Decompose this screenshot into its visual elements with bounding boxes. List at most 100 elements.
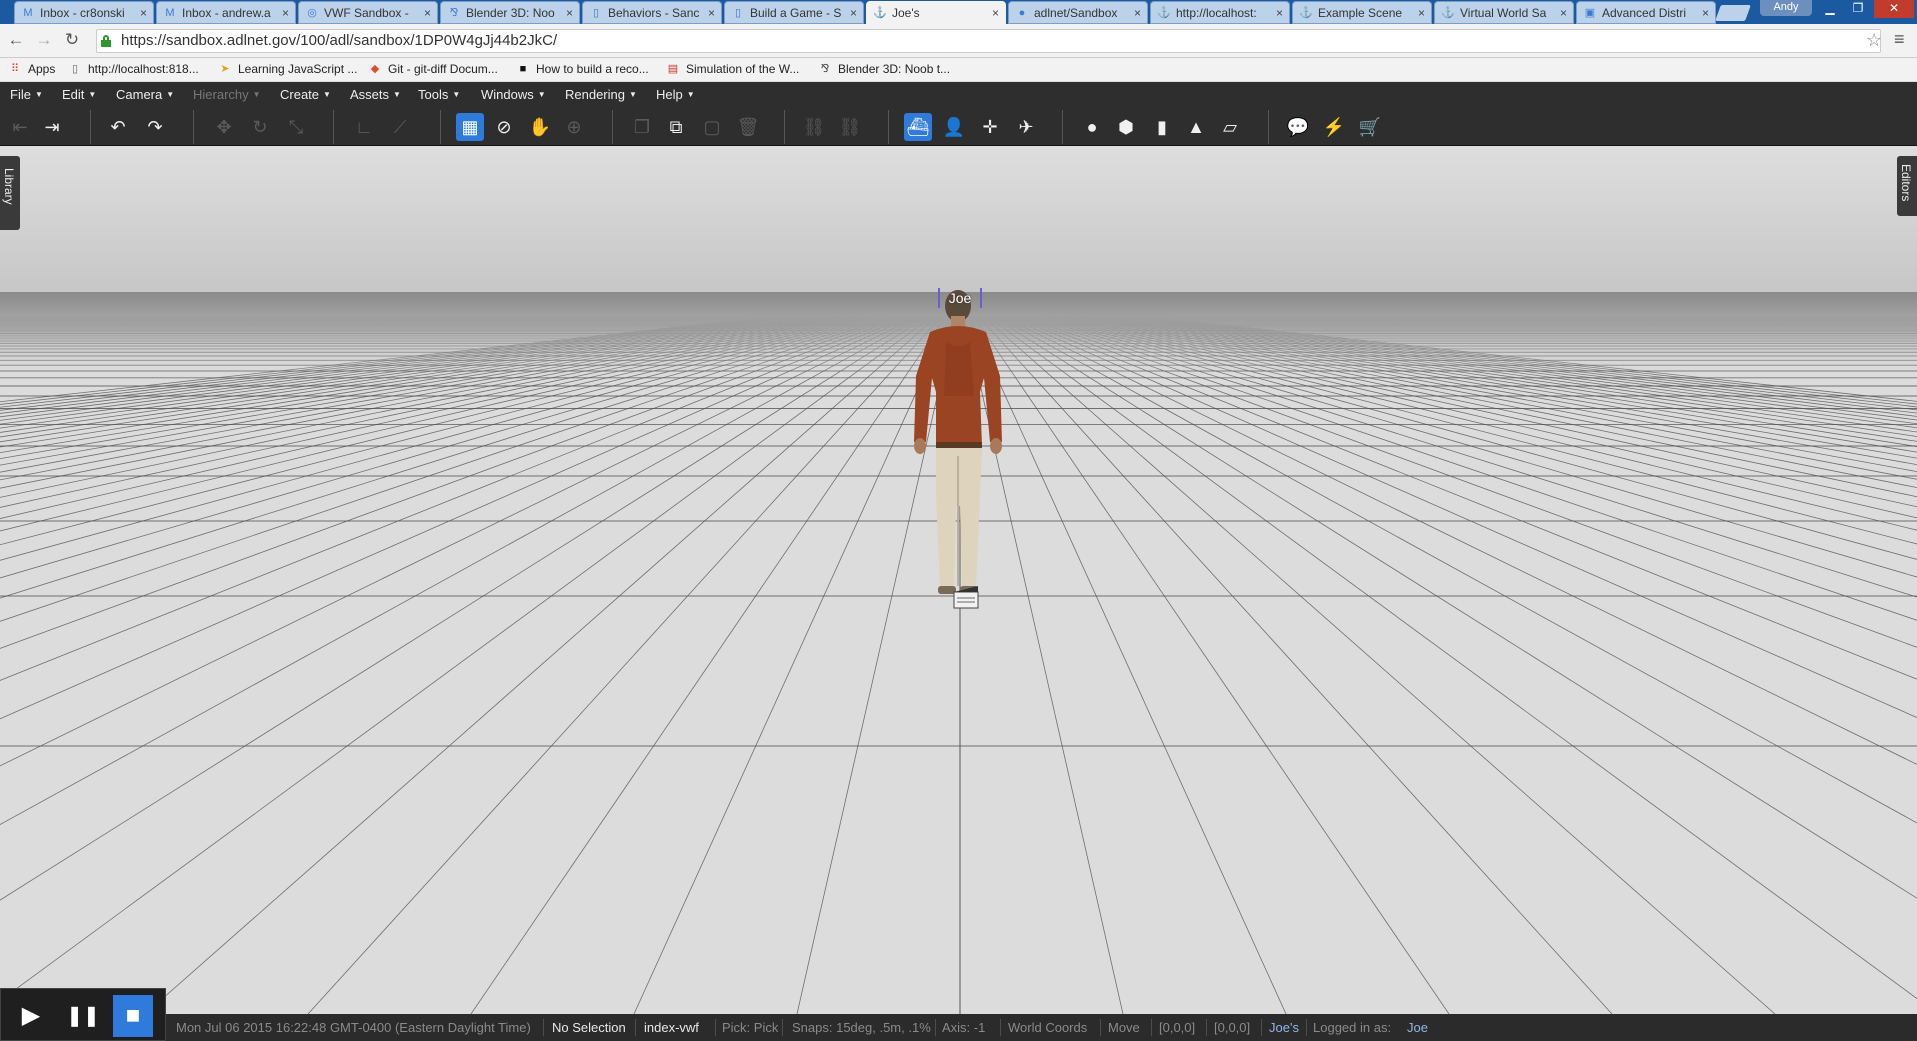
minimize-icon[interactable]: ▁ [1816,0,1844,18]
bookmark-item[interactable]: ➤ Learning JavaScript ... [218,62,357,76]
scene-canvas[interactable] [0,146,1917,1014]
browser-tab[interactable]: ● adlnet/Sandbox × [1008,1,1148,24]
menu-hierarchy[interactable]: Hierarchy ▼ [193,87,261,102]
pick-grid-icon[interactable]: ▦ [456,113,484,141]
menu-edit[interactable]: Edit ▼ [62,87,96,102]
undo-icon[interactable]: ↶ [104,113,132,141]
menu-camera[interactable]: Camera ▼ [116,87,174,102]
avatar-icon[interactable]: 👤 [940,113,968,141]
crosshair-icon[interactable]: ⊕ [560,113,588,141]
restore-icon[interactable]: ❐ [1844,0,1872,18]
bookmark-item[interactable]: ⅋ Blender 3D: Noob t... [818,62,950,76]
duplicate-icon[interactable]: ⧉ [662,113,690,141]
cart-icon[interactable]: 🛒 [1356,113,1384,141]
navigate-icon[interactable]: ⛴ [904,113,932,141]
logout-icon[interactable]: ⇤ [6,113,34,141]
toolbar-separator [612,110,613,144]
menu-windows[interactable]: Windows ▼ [481,87,546,102]
tab-label: Inbox - cr8onski [40,5,125,20]
globe-icon: ◎ [307,6,317,19]
menu-help[interactable]: Help ▼ [656,87,695,102]
tab-close-icon[interactable]: × [850,6,857,20]
local-axis-icon[interactable]: ∟ [350,113,378,141]
browser-tab[interactable]: M Inbox - andrew.a × [156,1,296,24]
link-icon[interactable]: ⛓ [800,113,828,141]
cylinder-icon[interactable]: ▮ [1148,113,1176,141]
orbit-icon[interactable]: ✈ [1012,113,1040,141]
sandbox-icon: ⚓ [873,6,887,19]
bookmark-item[interactable]: ▤ Simulation of the W... [666,62,800,76]
hand-icon[interactable]: ✋ [526,113,554,141]
cone-icon[interactable]: ▲ [1182,113,1210,141]
browser-tab[interactable]: ▯ Build a Game - S × [724,1,864,24]
delete-icon[interactable]: 🗑 [734,113,762,141]
rotate-icon[interactable]: ↻ [246,113,274,141]
tab-close-icon[interactable]: × [140,6,147,20]
tab-close-icon[interactable]: × [992,6,999,20]
library-tab[interactable]: Library [0,156,20,230]
browser-tab[interactable]: ◎ VWF Sandbox - × [298,1,438,24]
menu-assets[interactable]: Assets ▼ [350,87,401,102]
reload-icon[interactable]: ↻ [62,30,82,50]
tab-close-icon[interactable]: × [1276,6,1283,20]
menu-file[interactable]: File ▼ [10,87,43,102]
browser-tab[interactable]: ▣ Advanced Distri × [1576,1,1716,24]
browser-tab[interactable]: ⚓ Joe's × [866,1,1006,24]
lightning-icon[interactable]: ⚡ [1320,113,1348,141]
avatar-right-hand [990,438,1002,454]
world-axis-icon[interactable]: ⟋ [386,113,414,141]
menu-label: Help [656,87,683,102]
no-select-icon[interactable]: ⊘ [490,113,518,141]
star-icon[interactable]: ☆ [1866,30,1882,51]
play-button[interactable]: ▶ [11,995,51,1037]
tab-close-icon[interactable]: × [1418,6,1425,20]
browser-tab[interactable]: ⚓ Example Scene × [1292,1,1432,24]
profile-badge[interactable]: Andy [1760,0,1812,16]
bookmark-label: Simulation of the W... [686,62,800,76]
browser-tab[interactable]: ⚓ Virtual World Sa × [1434,1,1574,24]
tab-close-icon[interactable]: × [1560,6,1567,20]
browser-tab[interactable]: ⚓ http://localhost: × [1150,1,1290,24]
menu-label: Create [280,87,320,102]
menu-tools[interactable]: Tools ▼ [418,87,460,102]
toolbar-separator [1268,110,1269,144]
forward-icon[interactable]: → [34,30,54,50]
tab-close-icon[interactable]: × [282,6,289,20]
stop-button[interactable]: ■ [113,995,153,1037]
close-window-icon[interactable]: ✕ [1874,0,1914,18]
unlink-icon[interactable]: ⛓ [836,113,864,141]
menu-rendering[interactable]: Rendering ▼ [565,87,637,102]
tab-close-icon[interactable]: × [424,6,431,20]
menu-icon[interactable]: ≡ [1894,29,1905,50]
bookmark-item[interactable]: ▯ http://localhost:818... [68,62,199,76]
browser-tab[interactable]: M Inbox - cr8onski × [14,1,154,24]
3d-viewport[interactable]: Library Editors Joe [0,146,1917,1014]
bookmark-item[interactable]: ■ How to build a reco... [516,62,649,76]
login-icon[interactable]: ⇥ [38,113,66,141]
redo-icon[interactable]: ↷ [141,113,169,141]
back-icon[interactable]: ← [6,30,26,50]
tab-close-icon[interactable]: × [566,6,573,20]
bookmark-item[interactable]: ◆ Git - git-diff Docum... [368,62,498,76]
copy-icon[interactable]: ❐ [628,113,656,141]
new-tab-button[interactable] [1715,5,1751,21]
browser-tab[interactable]: ▯ Behaviors - Sanc × [582,1,722,24]
paste-icon[interactable]: ▢ [698,113,726,141]
bookmark-item[interactable]: ⠿ Apps [8,62,55,76]
scale-icon[interactable]: ⤡ [282,113,310,141]
chat-icon[interactable]: 💬 [1284,113,1312,141]
cube-icon[interactable]: ⬢ [1112,113,1140,141]
tab-close-icon[interactable]: × [1702,6,1709,20]
avatar-belt [936,442,982,448]
fly-icon[interactable]: ✛ [976,113,1004,141]
tab-close-icon[interactable]: × [708,6,715,20]
pause-button[interactable]: ❚❚ [63,995,103,1037]
url-field[interactable]: https://sandbox.adlnet.gov/100/adl/sandb… [96,29,1881,53]
plane-icon[interactable]: ▱ [1216,113,1244,141]
editors-tab[interactable]: Editors [1897,156,1917,216]
move-icon[interactable]: ✥ [210,113,238,141]
menu-create[interactable]: Create ▼ [280,87,331,102]
browser-tab[interactable]: ⅋ Blender 3D: Noo × [440,1,580,24]
tab-close-icon[interactable]: × [1134,6,1141,20]
sphere-icon[interactable]: ● [1078,113,1106,141]
